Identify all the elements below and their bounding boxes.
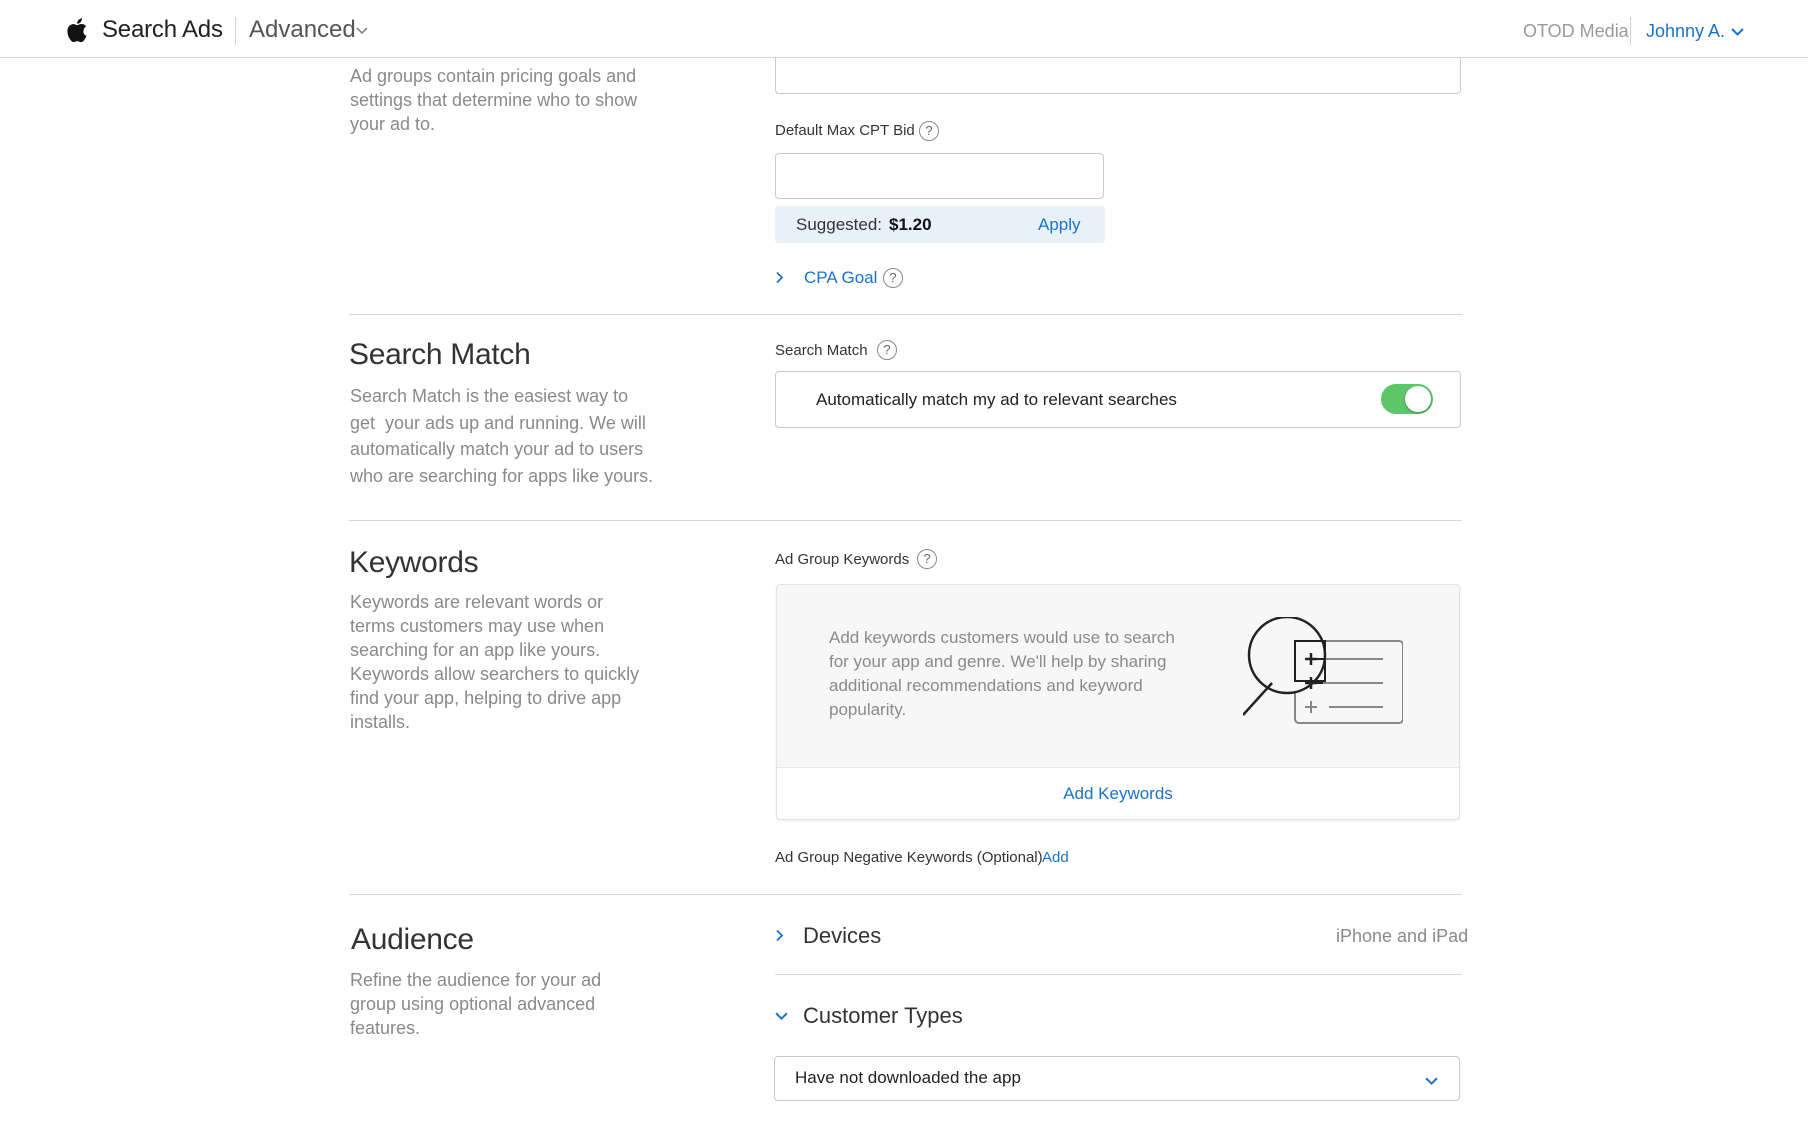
chevron-down-icon [1425,1077,1438,1086]
default-max-cpt-bid-input[interactable] [775,153,1104,199]
chevron-right-icon[interactable] [776,271,784,284]
apple-logo-icon[interactable] [64,16,88,44]
chevron-down-icon[interactable] [1731,28,1744,36]
negative-keywords-label: Ad Group Negative Keywords (Optional) [775,849,1043,866]
adgroup-description: Ad groups contain pricing goals and sett… [350,66,638,134]
customer-types-selected-value: Have not downloaded the app [795,1068,1021,1087]
devices-divider [775,974,1462,975]
customer-types-select[interactable]: Have not downloaded the app [774,1056,1460,1101]
search-match-toggle-row: Automatically match my ad to relevant se… [775,371,1461,428]
suggested-bid-bar: Suggested: $1.20 Apply [775,206,1105,243]
search-match-title: Search Match [349,338,531,371]
audience-title: Audience [351,923,474,956]
section-divider [349,520,1462,521]
add-keywords-button[interactable]: Add Keywords [777,784,1459,804]
apply-suggested-bid-button[interactable]: Apply [1038,215,1081,235]
organization-name[interactable]: OTOD Media [1523,21,1629,42]
search-match-toggle-label: Automatically match my ad to relevant se… [816,390,1177,409]
devices-toggle[interactable]: Devices [803,923,881,949]
search-match-field-label: Search Match [775,342,868,359]
user-menu[interactable]: Johnny A. [1646,21,1725,42]
toggle-knob [1405,386,1431,412]
account-divider [1630,17,1631,45]
help-icon[interactable]: ? [919,121,939,141]
cpa-goal-toggle[interactable]: CPA Goal [804,268,877,288]
brand-divider [235,17,236,45]
search-match-description: Search Match is the easiest way to get y… [350,386,654,486]
help-icon[interactable]: ? [877,340,897,360]
add-negative-keywords-link[interactable]: Add [1042,849,1069,866]
keywords-description: Keywords are relevant words or terms cus… [350,592,640,732]
customer-types-toggle[interactable]: Customer Types [803,1003,963,1029]
default-max-cpt-bid-label: Default Max CPT Bid [775,122,915,139]
help-icon[interactable]: ? [883,268,903,288]
section-divider [349,894,1462,895]
brand-title[interactable]: Search Ads [102,16,223,44]
top-navigation-bar: Search Ads Advanced OTOD Media Johnny A. [0,0,1808,58]
mode-selector-label[interactable]: Advanced [249,16,356,44]
keywords-empty-card: Add keywords customers would use to sear… [776,584,1460,820]
search-match-toggle[interactable] [1381,384,1433,414]
magnifier-list-icon [1243,617,1403,724]
help-icon[interactable]: ? [917,549,937,569]
chevron-right-icon[interactable] [776,929,784,942]
audience-description: Refine the audience for your ad group us… [350,970,602,1038]
keywords-card-footer: Add Keywords [777,767,1459,819]
section-divider [349,314,1462,315]
suggested-label: Suggested: [796,215,883,234]
suggested-value: $1.20 [889,215,932,234]
chevron-down-icon[interactable] [356,27,368,35]
devices-value: iPhone and iPad [1336,926,1469,946]
keywords-title: Keywords [349,546,479,579]
chevron-down-icon[interactable] [775,1012,788,1021]
ad-group-keywords-label: Ad Group Keywords [775,551,910,568]
keywords-card-text: Add keywords customers would use to sear… [829,628,1175,719]
